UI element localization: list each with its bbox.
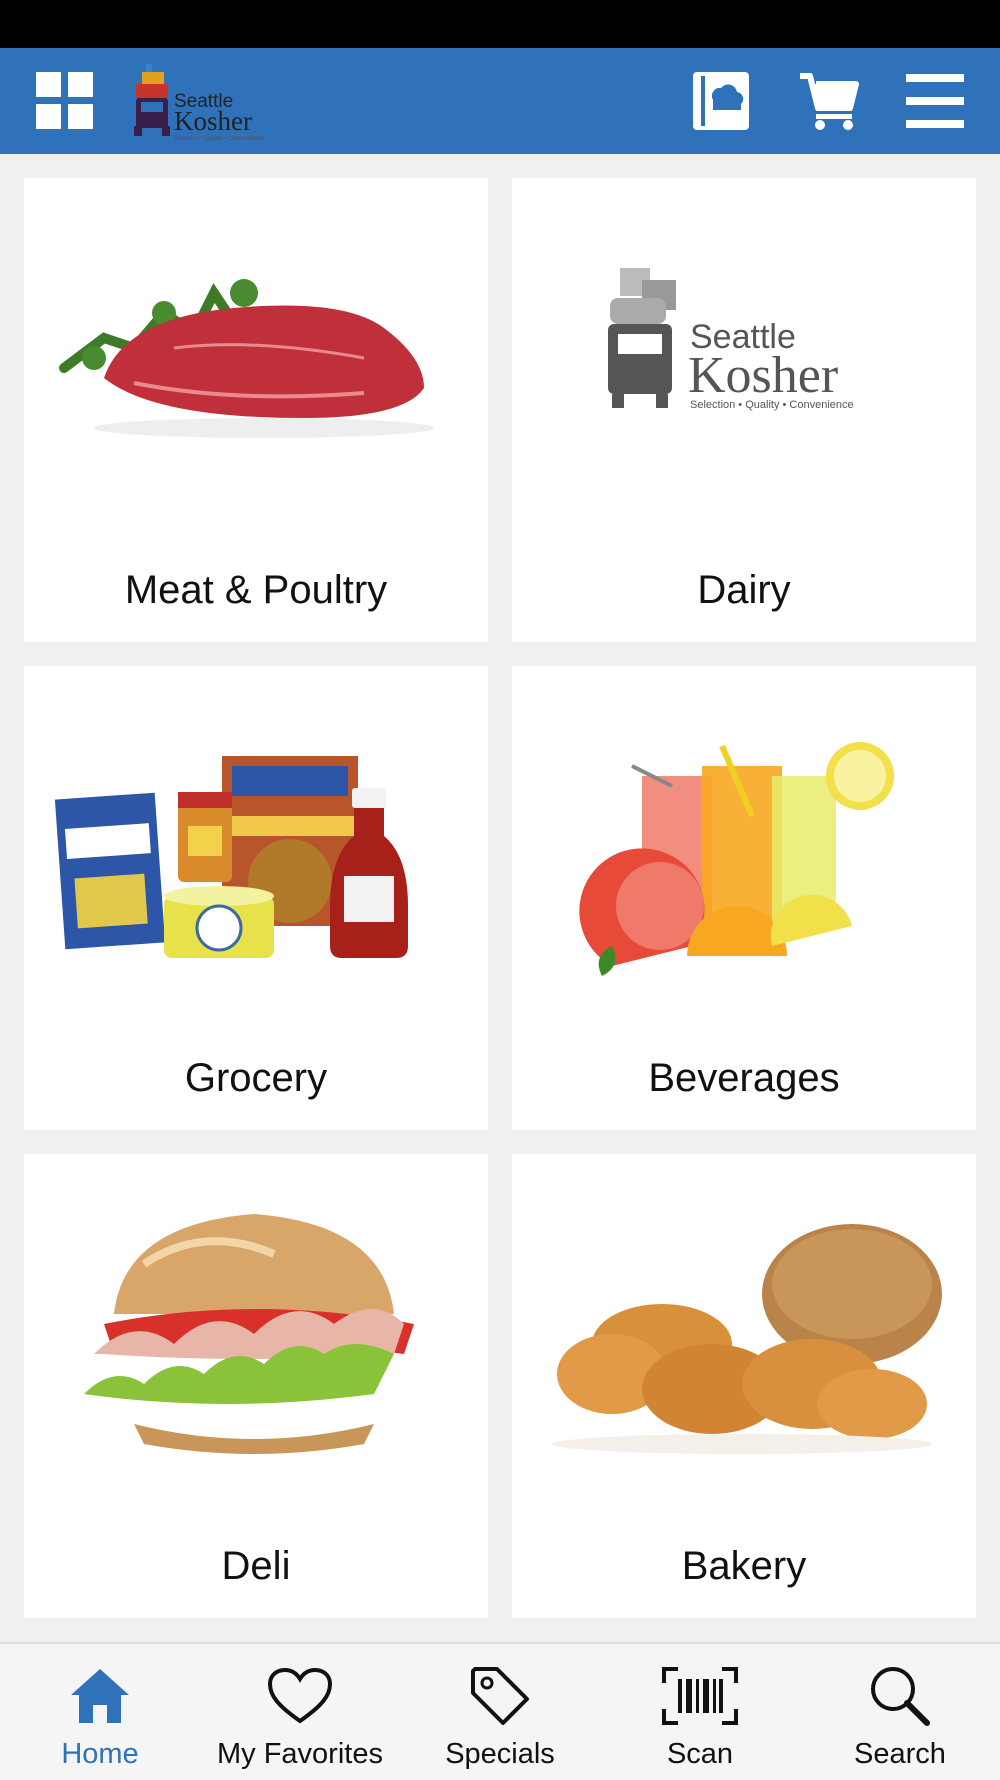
beverages-image — [542, 706, 946, 976]
seattle-kosher-logo: Seattle Kosher Selection • Quality • Con… — [542, 218, 946, 488]
circular-icon[interactable] — [688, 68, 754, 134]
cart-icon[interactable] — [796, 68, 862, 134]
tab-scan-label: Scan — [666, 1738, 734, 1770]
category-card-deli[interactable]: Deli — [24, 1154, 488, 1618]
home-icon — [60, 1664, 140, 1728]
dairy-logo-tagline: Selection • Quality • Convenience — [690, 399, 854, 411]
category-card-beverages[interactable]: Beverages — [512, 666, 976, 1130]
category-label: Deli — [221, 1544, 291, 1588]
barcode-scan-icon — [660, 1664, 740, 1728]
tab-specials-label: Specials — [445, 1738, 555, 1770]
tab-scan[interactable]: Scan — [600, 1644, 800, 1780]
tag-icon — [460, 1664, 540, 1728]
tab-my-favorites[interactable]: My Favorites — [200, 1644, 400, 1780]
category-label: Bakery — [681, 1544, 807, 1588]
logo-line2: Kosher — [174, 106, 252, 136]
header-logo[interactable]: Seattle Kosher Selection • Quality • Con… — [132, 62, 264, 142]
tab-search-label: Search — [854, 1738, 946, 1770]
category-card-dairy[interactable]: Seattle Kosher Selection • Quality • Con… — [512, 178, 976, 642]
heart-icon — [260, 1664, 340, 1728]
grid-icon[interactable] — [32, 68, 98, 134]
truck-logo-icon — [134, 64, 170, 136]
bakery-bread-image — [542, 1194, 946, 1464]
category-card-meat-poultry[interactable]: Meat & Poultry — [24, 178, 488, 642]
category-label: Dairy — [697, 568, 791, 612]
bottom-tab-bar: Home My Favorites Specials Scan Search — [0, 1642, 1000, 1780]
tab-search[interactable]: Search — [800, 1644, 1000, 1780]
tab-home-label: Home — [61, 1738, 139, 1770]
status-bar — [0, 0, 1000, 48]
tab-home[interactable]: Home — [0, 1644, 200, 1780]
search-icon — [860, 1664, 940, 1728]
logo-tagline: Selection • Quality • Convenience — [174, 136, 264, 142]
grocery-image — [54, 706, 458, 976]
tab-specials[interactable]: Specials — [400, 1644, 600, 1780]
app-header: Seattle Kosher Selection • Quality • Con… — [0, 48, 1000, 154]
dairy-logo-line2: Kosher — [688, 347, 839, 404]
category-card-grocery[interactable]: Grocery — [24, 666, 488, 1130]
deli-sandwich-image — [54, 1194, 458, 1464]
meat-image — [54, 218, 458, 488]
category-label: Beverages — [648, 1056, 840, 1100]
category-label: Grocery — [184, 1056, 328, 1100]
tab-my-favorites-label: My Favorites — [217, 1738, 383, 1770]
category-card-bakery[interactable]: Bakery — [512, 1154, 976, 1618]
hamburger-menu-icon[interactable] — [902, 68, 968, 134]
category-label: Meat & Poultry — [124, 568, 388, 612]
